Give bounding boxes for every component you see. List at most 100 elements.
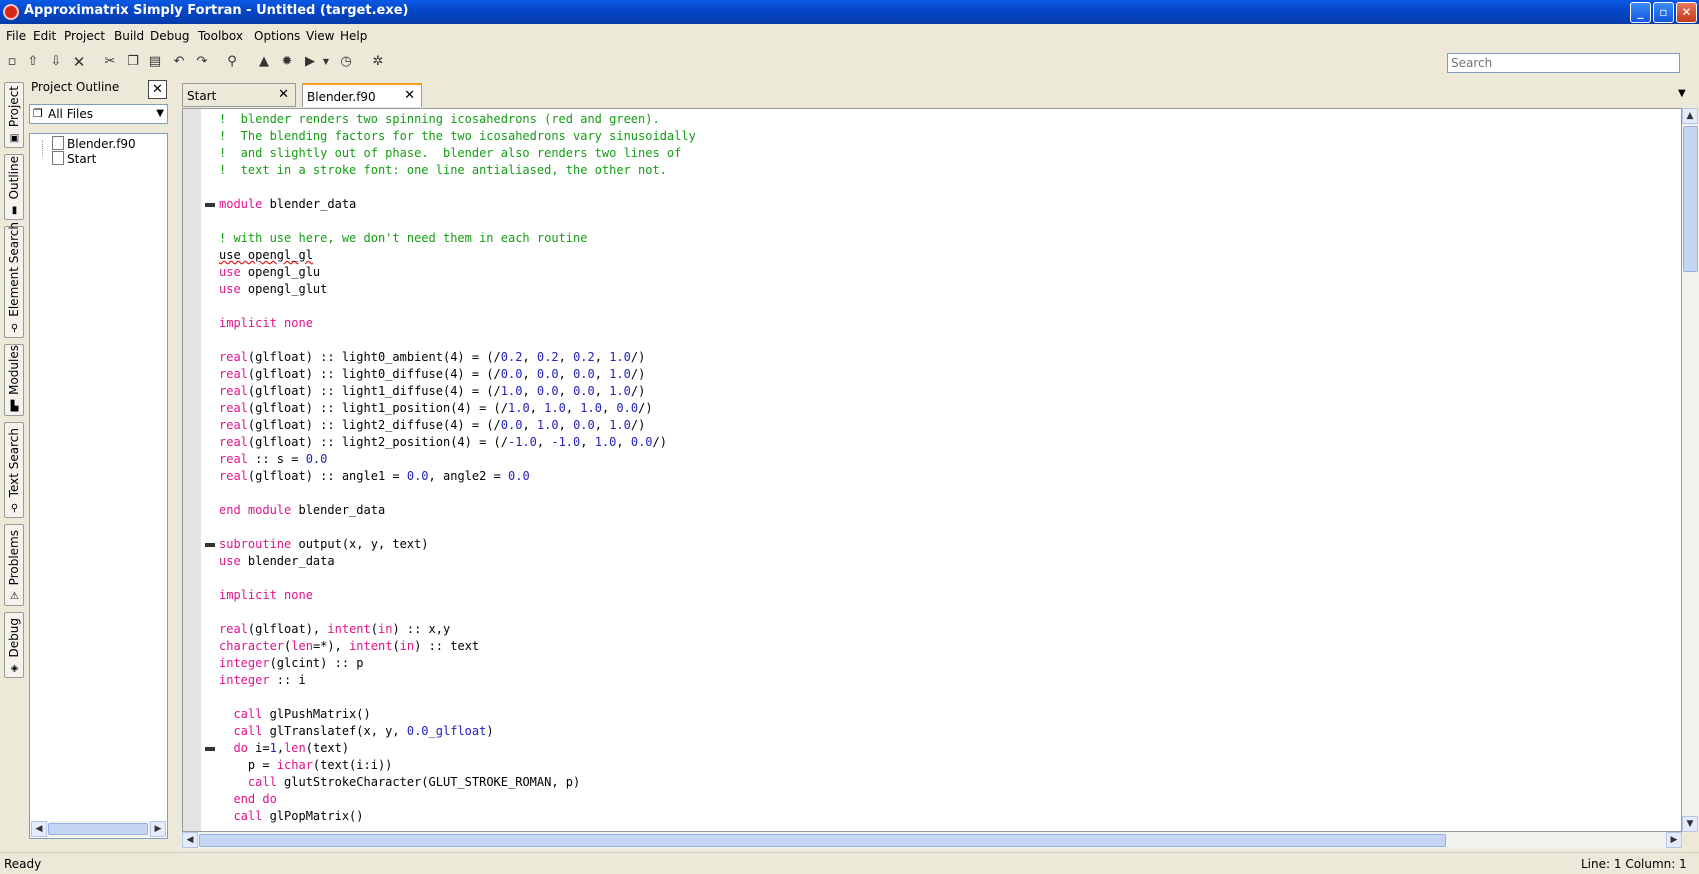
code-text[interactable]: ! blender renders two spinning icosahedr… bbox=[219, 111, 696, 825]
code-line[interactable]: real(glfloat) :: light0_ambient(4) = (/0… bbox=[219, 349, 696, 366]
tab-list-chevron-icon[interactable]: ▼ bbox=[1678, 88, 1686, 99]
menu-view[interactable]: View bbox=[306, 29, 334, 43]
code-line[interactable]: real(glfloat) :: light1_position(4) = (/… bbox=[219, 400, 696, 417]
code-editor[interactable]: ! blender renders two spinning icosahedr… bbox=[182, 108, 1682, 832]
debug-icon[interactable]: ✲ bbox=[370, 54, 386, 70]
scroll-right-icon[interactable]: ▶ bbox=[1666, 832, 1682, 848]
tree-item-blender[interactable]: Blender.f90 bbox=[52, 136, 136, 152]
code-line[interactable] bbox=[219, 332, 696, 349]
close-icon[interactable]: ✕ bbox=[71, 54, 87, 70]
open-icon[interactable]: ⇧ bbox=[25, 54, 41, 70]
menu-edit[interactable]: Edit bbox=[33, 29, 56, 43]
code-line[interactable]: call glPopMatrix() bbox=[219, 808, 696, 825]
scroll-thumb[interactable] bbox=[199, 834, 1446, 847]
run-icon[interactable]: ▶ bbox=[302, 54, 318, 70]
code-line[interactable]: p = ichar(text(i:i)) bbox=[219, 757, 696, 774]
code-line[interactable]: ! The blending factors for the two icosa… bbox=[219, 128, 696, 145]
code-line[interactable]: module blender_data bbox=[219, 196, 696, 213]
side-tab-project[interactable]: Project ▣ bbox=[4, 82, 24, 148]
code-line[interactable]: integer(glcint) :: p bbox=[219, 655, 696, 672]
menu-options[interactable]: Options bbox=[254, 29, 300, 43]
side-tab-problems[interactable]: Problems ⚠ bbox=[4, 524, 24, 606]
code-line[interactable] bbox=[219, 570, 696, 587]
run-dropdown-icon[interactable]: ▼ bbox=[318, 54, 334, 70]
new-file-icon[interactable]: ▫ bbox=[4, 54, 20, 70]
code-line[interactable] bbox=[219, 604, 696, 621]
scroll-thumb[interactable] bbox=[48, 823, 148, 835]
paste-icon[interactable]: ▤ bbox=[147, 54, 163, 70]
tab-start[interactable]: Start ✕ bbox=[182, 83, 296, 107]
code-line[interactable]: implicit none bbox=[219, 315, 696, 332]
menu-project[interactable]: Project bbox=[64, 29, 105, 43]
editor-horizontal-scrollbar[interactable]: ◀ ▶ bbox=[182, 832, 1682, 849]
tree-horizontal-scrollbar[interactable]: ◀ ▶ bbox=[31, 821, 166, 837]
code-line[interactable]: real(glfloat) :: light0_diffuse(4) = (/0… bbox=[219, 366, 696, 383]
code-line[interactable]: call glutStrokeCharacter(GLUT_STROKE_ROM… bbox=[219, 774, 696, 791]
cut-icon[interactable]: ✂ bbox=[102, 54, 118, 70]
close-panel-button[interactable]: ✕ bbox=[148, 80, 167, 99]
scroll-right-icon[interactable]: ▶ bbox=[150, 821, 166, 837]
maximize-button[interactable]: ▫ bbox=[1653, 2, 1674, 23]
code-line[interactable]: end do bbox=[219, 791, 696, 808]
code-line[interactable] bbox=[219, 485, 696, 502]
code-line[interactable]: use opengl_gl bbox=[219, 247, 696, 264]
find-icon[interactable]: ⚲ bbox=[224, 54, 240, 70]
close-tab-icon[interactable]: ✕ bbox=[278, 87, 289, 102]
code-line[interactable]: subroutine output(x, y, text) bbox=[219, 536, 696, 553]
code-line[interactable]: call glPushMatrix() bbox=[219, 706, 696, 723]
undo-icon[interactable]: ↶ bbox=[171, 54, 187, 70]
scroll-left-icon[interactable]: ◀ bbox=[31, 821, 47, 837]
tab-blender[interactable]: Blender.f90 ✕ bbox=[302, 83, 422, 107]
code-line[interactable]: implicit none bbox=[219, 587, 696, 604]
code-line[interactable]: do i=1,len(text) bbox=[219, 740, 696, 757]
menu-file[interactable]: File bbox=[6, 29, 26, 43]
side-tab-text-search[interactable]: Text Search ⚲ bbox=[4, 422, 24, 518]
code-line[interactable]: real(glfloat) :: angle1 = 0.0, angle2 = … bbox=[219, 468, 696, 485]
code-line[interactable] bbox=[219, 179, 696, 196]
side-tab-element-search[interactable]: Element Search ⚲ bbox=[4, 222, 24, 338]
code-line[interactable]: ! text in a stroke font: one line antial… bbox=[219, 162, 696, 179]
code-line[interactable]: ! with use here, we don't need them in e… bbox=[219, 230, 696, 247]
fold-toggle-icon[interactable] bbox=[205, 203, 215, 207]
title-bar[interactable]: Approximatrix Simply Fortran - Untitled … bbox=[0, 0, 1699, 24]
fold-toggle-icon[interactable] bbox=[205, 543, 215, 547]
copy-icon[interactable]: ❐ bbox=[125, 54, 141, 70]
code-line[interactable] bbox=[219, 689, 696, 706]
menu-build[interactable]: Build bbox=[114, 29, 144, 43]
code-line[interactable]: use opengl_glut bbox=[219, 281, 696, 298]
code-line[interactable]: ! blender renders two spinning icosahedr… bbox=[219, 111, 696, 128]
code-line[interactable]: end module blender_data bbox=[219, 502, 696, 519]
code-line[interactable] bbox=[219, 298, 696, 315]
close-tab-icon[interactable]: ✕ bbox=[404, 88, 415, 103]
file-filter-select[interactable]: ❐ All Files ▼ bbox=[29, 104, 168, 124]
code-line[interactable]: real :: s = 0.0 bbox=[219, 451, 696, 468]
code-line[interactable]: ! and slightly out of phase. blender als… bbox=[219, 145, 696, 162]
scroll-left-icon[interactable]: ◀ bbox=[182, 832, 198, 848]
code-line[interactable]: real(glfloat), intent(in) :: x,y bbox=[219, 621, 696, 638]
code-line[interactable]: character(len=*), intent(in) :: text bbox=[219, 638, 696, 655]
build-icon[interactable]: ▲ bbox=[256, 54, 272, 70]
redo-icon[interactable]: ↷ bbox=[194, 54, 210, 70]
menu-toolbox[interactable]: Toolbox bbox=[198, 29, 243, 43]
code-line[interactable]: call glTranslatef(x, y, 0.0_glfloat) bbox=[219, 723, 696, 740]
scroll-down-icon[interactable]: ▼ bbox=[1682, 816, 1698, 832]
side-tab-modules[interactable]: Modules ▙ bbox=[4, 344, 24, 416]
code-line[interactable]: real(glfloat) :: light2_position(4) = (/… bbox=[219, 434, 696, 451]
minimize-button[interactable]: _ bbox=[1630, 2, 1651, 23]
tree-item-start[interactable]: Start bbox=[52, 151, 96, 167]
close-window-button[interactable]: ✕ bbox=[1676, 2, 1697, 23]
code-line[interactable]: real(glfloat) :: light2_diffuse(4) = (/0… bbox=[219, 417, 696, 434]
scroll-up-icon[interactable]: ▲ bbox=[1682, 108, 1698, 124]
code-line[interactable]: use opengl_glu bbox=[219, 264, 696, 281]
menu-help[interactable]: Help bbox=[340, 29, 367, 43]
scroll-thumb[interactable] bbox=[1683, 126, 1698, 272]
search-input[interactable] bbox=[1447, 53, 1680, 73]
code-line[interactable]: integer :: i bbox=[219, 672, 696, 689]
code-line[interactable]: use blender_data bbox=[219, 553, 696, 570]
stop-icon[interactable]: ◷ bbox=[338, 54, 354, 70]
editor-vertical-scrollbar[interactable]: ▲ ▼ bbox=[1682, 108, 1699, 832]
code-line[interactable]: real(glfloat) :: light1_diffuse(4) = (/1… bbox=[219, 383, 696, 400]
side-tab-debug[interactable]: Debug ◈ bbox=[4, 612, 24, 678]
side-tab-outline[interactable]: Outline ▮ bbox=[4, 154, 24, 220]
code-line[interactable] bbox=[219, 213, 696, 230]
